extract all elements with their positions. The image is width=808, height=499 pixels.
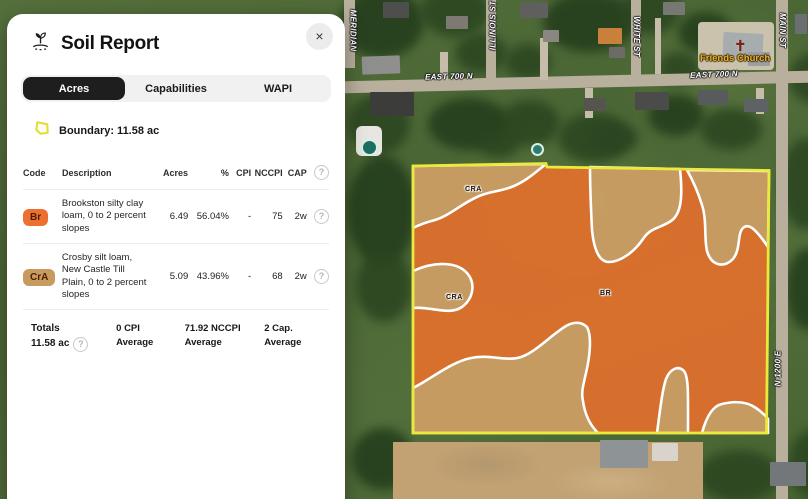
col-header-cap: CAP	[283, 168, 307, 178]
totals-acres: 11.58 ac	[31, 337, 69, 352]
tab-acres[interactable]: Acres	[23, 77, 125, 100]
panel-title: Soil Report	[61, 33, 159, 55]
totals-help-icon[interactable]: ?	[73, 337, 88, 352]
boundary-label: Boundary: 11.58 ac	[59, 125, 159, 137]
app-screen: CRA CRA BR EAST 700 N EAST 700 N ILLINOI…	[0, 0, 808, 499]
street-label-meridian: MERIDIAN	[348, 10, 357, 52]
soil-report-icon	[29, 30, 52, 58]
soil-zone-cra-leftoval	[413, 264, 472, 311]
zone-label-cra-1: CRA	[465, 186, 482, 193]
soil-report-panel: Soil Report × Acres Capabilities WAPI Bo…	[7, 14, 345, 499]
soil-cap: 2w	[283, 211, 307, 222]
street-label-illinois-st: ILLINOIS ST	[488, 1, 497, 51]
soil-percent: 56.04%	[188, 211, 229, 222]
totals-nccpi-average: 71.92 NCCPI Average	[185, 322, 265, 352]
col-header-code: Code	[23, 168, 62, 178]
totals-cap-average: 2 Cap. Average	[264, 322, 329, 352]
soil-description: Brookston silty clay loam, 0 to 2 percen…	[62, 198, 155, 235]
table-header-row: Code Description Acres % CPI NCCPI CAP ?	[23, 159, 329, 189]
soil-nccpi: 68	[251, 271, 282, 282]
street-label-white-st: WHITE ST	[632, 16, 641, 57]
soil-cpi: -	[229, 211, 251, 222]
soil-percent: 43.96%	[188, 271, 229, 282]
tab-bar: Acres Capabilities WAPI	[21, 75, 331, 102]
totals-label: Totals	[31, 322, 116, 337]
totals-cpi-average: 0 CPI Average	[116, 322, 184, 352]
zone-label-br: BR	[600, 290, 611, 297]
boundary-summary: Boundary: 11.58 ac	[33, 119, 345, 143]
close-icon[interactable]: ×	[306, 23, 333, 50]
street-label-east-700-n-west: EAST 700 N	[425, 71, 473, 81]
soil-acres: 5.09	[155, 271, 188, 282]
street-label-n-1200-e: N 1200 E	[773, 351, 782, 387]
soil-code-badge-cra: CrA	[23, 269, 55, 286]
header-help-icon[interactable]: ?	[314, 165, 329, 180]
poi-label-friends-church: Friends Church	[700, 53, 770, 64]
table-row-cra[interactable]: CrA Crosby silt loam, New Castle Till Pl…	[23, 243, 329, 309]
panel-header: Soil Report ×	[7, 14, 345, 58]
soil-cpi: -	[229, 271, 251, 282]
soil-code-badge-br: Br	[23, 209, 48, 226]
table-row-br[interactable]: Br Brookston silty clay loam, 0 to 2 per…	[23, 189, 329, 243]
col-header-cpi: CPI	[229, 168, 251, 178]
soil-table: Code Description Acres % CPI NCCPI CAP ?…	[7, 159, 345, 309]
street-label-main-st: MAIN ST	[778, 13, 787, 48]
soil-acres: 6.49	[155, 211, 188, 222]
col-header-description: Description	[62, 168, 155, 178]
totals-row: Totals 11.58 ac ? 0 CPI Average 71.92 NC…	[23, 309, 329, 366]
tab-capabilities[interactable]: Capabilities	[125, 77, 227, 100]
row-help-icon[interactable]: ?	[314, 269, 329, 284]
soil-nccpi: 75	[251, 211, 282, 222]
row-help-icon[interactable]: ?	[314, 209, 329, 224]
boundary-polygon-icon	[33, 119, 52, 143]
zone-label-cra-2: CRA	[446, 294, 463, 301]
col-header-nccpi: NCCPI	[251, 168, 283, 178]
soil-description: Crosby silt loam, New Castle Till Plain,…	[62, 252, 155, 301]
col-header-percent: %	[188, 168, 229, 178]
col-header-acres: Acres	[155, 168, 188, 178]
soil-cap: 2w	[283, 271, 307, 282]
tab-wapi[interactable]: WAPI	[227, 77, 329, 100]
